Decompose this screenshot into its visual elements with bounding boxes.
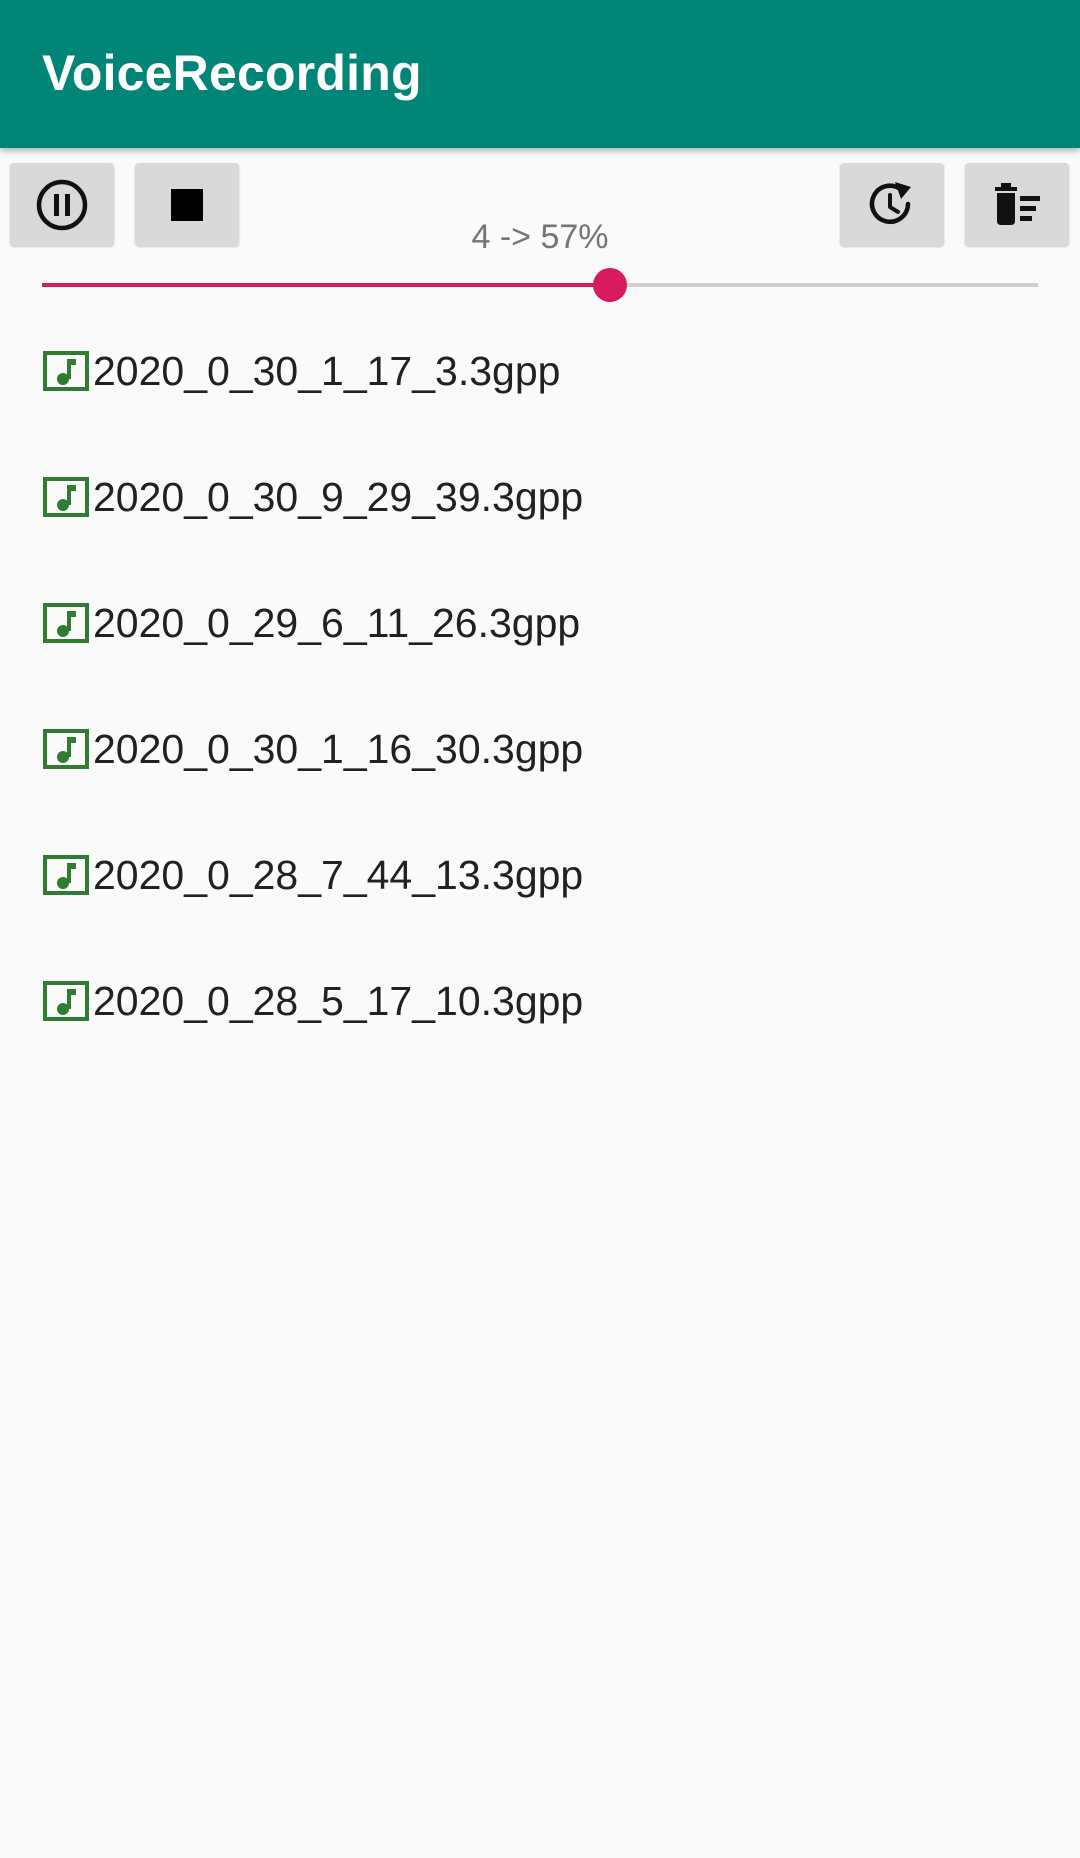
audio-file-icon bbox=[43, 980, 91, 1022]
list-item[interactable]: 2020_0_30_1_16_30.3gpp bbox=[0, 686, 1080, 812]
list-item[interactable]: 2020_0_28_7_44_13.3gpp bbox=[0, 812, 1080, 938]
file-name: 2020_0_28_5_17_10.3gpp bbox=[93, 977, 584, 1024]
audio-file-icon bbox=[43, 476, 91, 518]
audio-file-icon bbox=[43, 602, 91, 644]
app-bar: VoiceRecording bbox=[0, 0, 1080, 148]
audio-file-icon bbox=[43, 854, 91, 896]
file-name: 2020_0_28_7_44_13.3gpp bbox=[93, 851, 584, 898]
file-name: 2020_0_30_9_29_39.3gpp bbox=[93, 473, 584, 520]
file-name: 2020_0_30_1_16_30.3gpp bbox=[93, 725, 584, 772]
file-name: 2020_0_29_6_11_26.3gpp bbox=[93, 599, 581, 646]
audio-file-icon bbox=[43, 728, 91, 770]
file-name: 2020_0_30_1_17_3.3gpp bbox=[93, 347, 561, 394]
playback-seekbar[interactable] bbox=[42, 268, 1038, 302]
list-item[interactable]: 2020_0_29_6_11_26.3gpp bbox=[0, 560, 1080, 686]
list-item[interactable]: 2020_0_30_1_17_3.3gpp bbox=[0, 308, 1080, 434]
list-item[interactable]: 2020_0_28_5_17_10.3gpp bbox=[0, 938, 1080, 1064]
recording-list: 2020_0_30_1_17_3.3gpp 2020_0_30_9_29_39.… bbox=[0, 308, 1080, 1064]
app-title: VoiceRecording bbox=[42, 45, 422, 101]
seekbar-thumb[interactable] bbox=[592, 268, 627, 302]
audio-file-icon bbox=[43, 350, 91, 392]
list-item[interactable]: 2020_0_30_9_29_39.3gpp bbox=[0, 434, 1080, 560]
progress-label: 4 -> 57% bbox=[471, 218, 609, 256]
seekbar-progress bbox=[42, 283, 610, 287]
